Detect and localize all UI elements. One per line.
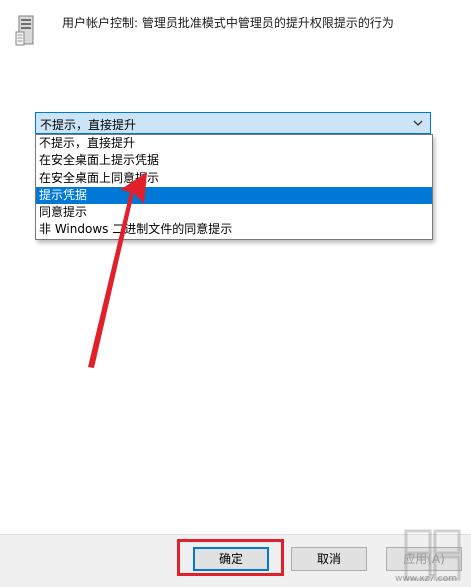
- dropdown-option-prompt-credentials[interactable]: 提示凭据: [36, 186, 432, 205]
- dropdown-option-prompt-consent[interactable]: 同意提示: [36, 204, 432, 221]
- behavior-dropdown-list: 不提示，直接提升 在安全桌面上提示凭据 在安全桌面上同意提示 提示凭据 同意提示…: [35, 134, 433, 240]
- chevron-down-icon[interactable]: [412, 116, 424, 130]
- policy-server-icon: [15, 15, 34, 46]
- annotation-arrow: [88, 172, 147, 368]
- dropdown-option-consent-non-windows-binaries[interactable]: 非 Windows 二进制文件的同意提示: [36, 221, 432, 238]
- behavior-select-value: 不提示，直接提升: [40, 118, 137, 132]
- watermark-text: www.xz7.com: [395, 574, 457, 584]
- policy-properties-dialog: 用户帐户控制: 管理员批准模式中管理员的提升权限提示的行为 不提示，直接提升 不…: [0, 0, 471, 587]
- policy-title: 用户帐户控制: 管理员批准模式中管理员的提升权限提示的行为: [62, 16, 394, 30]
- dropdown-option-elevate-without-prompt[interactable]: 不提示，直接提升: [36, 135, 432, 152]
- dropdown-option-consent-secure-desktop[interactable]: 在安全桌面上同意提示: [36, 170, 432, 187]
- apply-button[interactable]: 应用(A): [386, 547, 462, 571]
- behavior-select[interactable]: 不提示，直接提升: [35, 112, 431, 134]
- ok-button[interactable]: 确定: [193, 547, 269, 571]
- dropdown-option-credentials-secure-desktop[interactable]: 在安全桌面上提示凭据: [36, 152, 432, 169]
- cancel-button[interactable]: 取消: [291, 547, 367, 571]
